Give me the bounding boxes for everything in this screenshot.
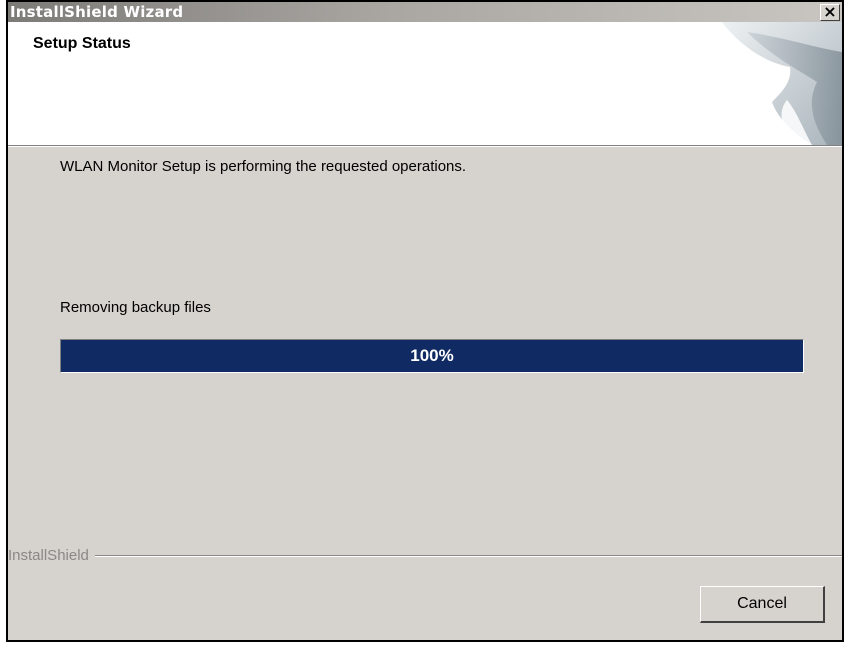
progress-percent-label: 100% (410, 346, 454, 365)
footer-divider (8, 555, 842, 557)
current-action-label: Removing backup files (60, 299, 211, 316)
title-bar[interactable]: InstallShield Wizard × (8, 2, 842, 22)
header-divider (8, 146, 842, 147)
cancel-button[interactable]: Cancel (700, 586, 825, 623)
installshield-wizard-window: InstallShield Wizard × Setup Status WLAN… (6, 0, 844, 642)
close-icon: × (823, 2, 837, 21)
progress-bar: 100% (60, 339, 804, 373)
status-message: WLAN Monitor Setup is performing the req… (60, 158, 467, 175)
installshield-logo-graphic (722, 22, 842, 145)
header-panel: Setup Status (8, 22, 842, 146)
window-title: InstallShield Wizard (10, 3, 184, 21)
page-title: Setup Status (33, 35, 131, 52)
close-button[interactable]: × (820, 4, 840, 21)
installshield-brand-label: InstallShield (8, 547, 95, 564)
